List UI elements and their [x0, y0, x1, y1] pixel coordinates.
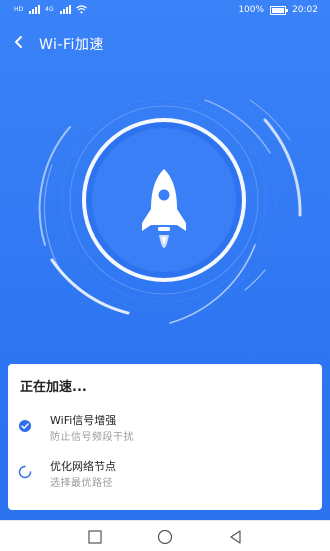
- home-icon[interactable]: [157, 529, 173, 545]
- rocket-icon: [142, 169, 186, 248]
- chevron-left-icon[interactable]: [10, 30, 30, 54]
- network-tag-4g: 4G: [45, 6, 54, 13]
- status-bar-left: HD 4G: [14, 5, 87, 14]
- spinner-icon: [18, 465, 32, 479]
- signal-icon: [29, 5, 41, 14]
- back-triangle-icon[interactable]: [228, 529, 244, 545]
- task-title: 优化网络节点: [50, 460, 116, 473]
- progress-card: 正在加速... WiFi信号增强 防止信号频段干扰 优化网络节点 选择最优路径: [8, 364, 322, 510]
- task-desc: 选择最优路径: [50, 478, 113, 489]
- battery-icon: [270, 5, 289, 15]
- battery-percent: 100%: [238, 5, 265, 15]
- wifi-icon: [75, 5, 87, 14]
- system-nav-bar: [0, 520, 330, 551]
- status-bar: HD 4G 100% 20:02: [0, 0, 330, 22]
- task-desc: 防止信号频段干扰: [50, 432, 134, 443]
- app-screen: HD 4G 100% 20:02 Wi-Fi加速 正在加速... WiFi信号增…: [0, 0, 330, 551]
- page-title: Wi-Fi加速: [39, 37, 104, 53]
- task-title: WiFi信号增强: [50, 414, 117, 427]
- signal-icon: [59, 5, 71, 14]
- status-time: 20:02: [292, 5, 318, 15]
- task-item-optimize-node: 优化网络节点 选择最优路径: [8, 454, 322, 494]
- card-title: 正在加速...: [20, 380, 87, 395]
- check-icon: [19, 420, 31, 432]
- status-bar-right: 100% 20:02: [238, 5, 318, 15]
- header: Wi-Fi加速: [0, 26, 330, 58]
- recent-apps-icon[interactable]: [87, 529, 103, 545]
- speed-animation: [0, 87, 330, 355]
- task-item-wifi-boost: WiFi信号增强 防止信号频段干扰: [8, 408, 322, 448]
- network-tag-hd: HD: [14, 6, 24, 13]
